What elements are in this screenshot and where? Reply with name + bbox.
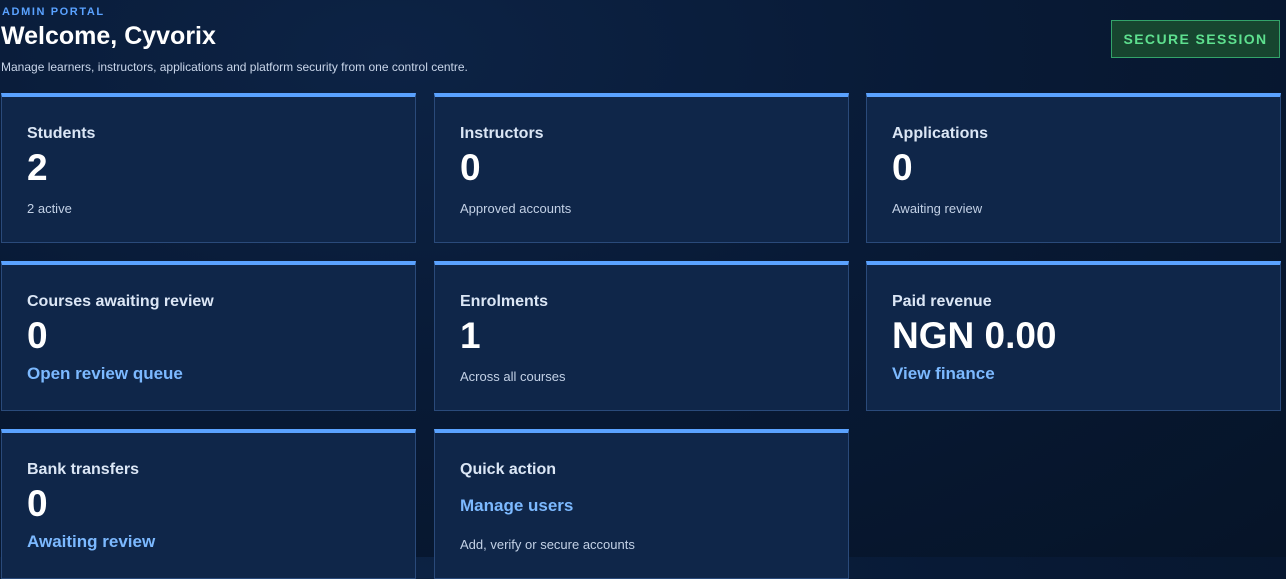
card-note: Across all courses (460, 369, 566, 384)
page-subtitle: Manage learners, instructors, applicatio… (1, 60, 468, 74)
card-note: Add, verify or secure accounts (460, 537, 635, 552)
applications-card: Applications 0 Awaiting review (866, 93, 1281, 243)
card-value: 0 (892, 147, 913, 188)
open-review-queue-link[interactable]: Open review queue (27, 364, 183, 384)
courses-review-card: Courses awaiting review 0 Open review qu… (1, 261, 416, 411)
card-note: Approved accounts (460, 201, 572, 216)
card-note: 2 active (27, 201, 72, 216)
card-value: 2 (27, 147, 48, 188)
paid-revenue-card: Paid revenue NGN 0.00 View finance (866, 261, 1281, 411)
card-value: 0 (27, 483, 48, 524)
card-value: 1 (460, 315, 481, 356)
portal-eyebrow: ADMIN PORTAL (2, 6, 105, 18)
card-note: Awaiting review (892, 201, 983, 216)
card-label: Quick action (460, 461, 557, 478)
card-label: Bank transfers (27, 461, 140, 478)
card-label: Applications (892, 125, 989, 142)
enrolments-card: Enrolments 1 Across all courses (434, 261, 849, 411)
card-label: Paid revenue (892, 293, 992, 310)
students-card: Students 2 2 active (1, 93, 416, 243)
manage-users-link[interactable]: Manage users (460, 496, 573, 516)
card-value: 0 (460, 147, 481, 188)
page-header: ADMIN PORTAL Welcome, Cyvorix Manage lea… (0, 0, 1286, 90)
page-title: Welcome, Cyvorix (1, 22, 216, 50)
card-label: Enrolments (460, 293, 549, 310)
card-label: Courses awaiting review (27, 293, 214, 310)
view-finance-link[interactable]: View finance (892, 364, 995, 384)
card-label: Students (27, 125, 96, 142)
card-value: 0 (27, 315, 48, 356)
instructors-card: Instructors 0 Approved accounts (434, 93, 849, 243)
awaiting-review-link[interactable]: Awaiting review (27, 532, 155, 552)
secure-session-badge: SECURE SESSION (1111, 20, 1280, 58)
card-label: Instructors (460, 125, 544, 142)
card-value: NGN 0.00 (892, 315, 1057, 356)
